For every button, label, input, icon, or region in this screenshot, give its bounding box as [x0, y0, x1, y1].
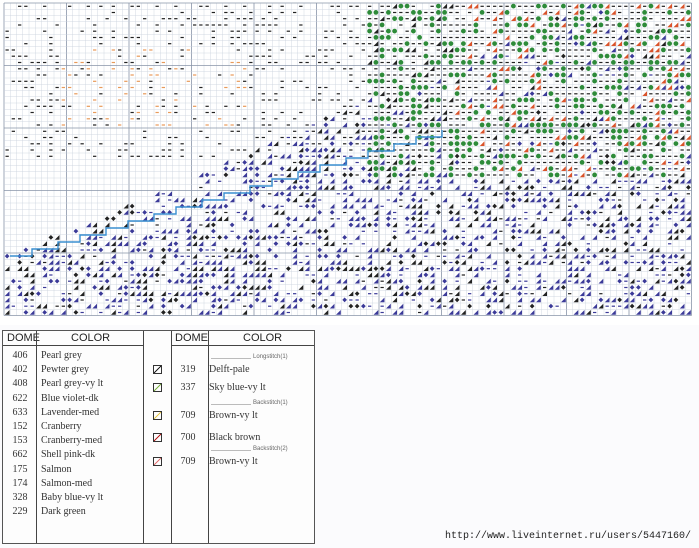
thread-color-name: Shell pink-dk [41, 449, 96, 461]
thread-code: 153 [12, 435, 28, 447]
key-row: 406 Pearl grey [5, 349, 141, 363]
thread-code: 700 [180, 432, 196, 443]
thread-color-name: Cranberry [41, 421, 82, 432]
stitch-swatch-icon [153, 365, 162, 374]
pattern-grid [3, 2, 692, 316]
thread-color-name: Salmon-med [41, 477, 93, 489]
thread-code: 622 [12, 392, 28, 404]
dome-header-right: DOME [175, 332, 208, 344]
key-row: 337 Sky blue-vy lt [173, 381, 313, 395]
section-rule [211, 404, 251, 405]
thread-color-name: Cranberry-med [41, 435, 103, 447]
key-row: 229 Dark green [5, 505, 141, 519]
thread-color-name: Pearl grey [41, 350, 82, 361]
divider-2 [143, 331, 144, 543]
section-backstitch-2: Backstitch(2) [253, 446, 288, 452]
thread-code: 174 [12, 477, 28, 489]
thread-color-name: Blue violet-dk [41, 392, 99, 404]
cross-stitch-pattern-chart [0, 0, 699, 325]
key-row: 328 Baby blue-vy lt [5, 491, 141, 505]
thread-code: 662 [12, 449, 28, 461]
thread-color-name: Brown-vy lt [209, 410, 258, 421]
thread-code: 402 [12, 364, 28, 376]
thread-color-name: Baby blue-vy lt [41, 492, 104, 503]
thread-code: 406 [12, 350, 28, 361]
color-key-table: DOME COLOR DOME COLOR 406 Pearl grey 402 Pe… [2, 330, 315, 544]
stitch-swatch-icon [153, 411, 162, 420]
thread-color-name: Salmon [41, 463, 72, 475]
header-rule-left [3, 345, 143, 346]
section-rule [211, 450, 251, 451]
key-row: 153 Cranberry-med [5, 434, 141, 448]
thread-code: 408 [12, 378, 28, 390]
thread-code: 337 [180, 382, 196, 393]
key-row: 700 Black brown [173, 431, 313, 445]
thread-color-name: Pearl grey-vy lt [41, 378, 104, 390]
thread-code: 175 [12, 463, 28, 475]
key-row: 152 Cranberry [5, 420, 141, 434]
thread-color-name: Pewter grey [41, 364, 90, 376]
key-row: 319 Delft-pale [173, 363, 313, 377]
key-row: 709 Brown-vy lt [173, 409, 313, 423]
thread-code: 633 [12, 406, 28, 418]
key-row: 633 Lavender-med [5, 406, 141, 420]
header-rule-right [171, 345, 314, 346]
thread-code: 229 [12, 506, 28, 518]
thread-color-name: Delft-pale [209, 364, 250, 375]
key-row: 662 Shell pink-dk [5, 448, 141, 462]
thread-code: 709 [180, 410, 196, 421]
thread-code: 709 [180, 456, 196, 467]
key-row: 175 Salmon [5, 463, 141, 477]
key-row: 622 Blue violet-dk [5, 392, 141, 406]
thread-color-name: Lavender-med [41, 406, 100, 418]
section-longstitch: Longstitch(1) [253, 354, 288, 360]
thread-color-name: Brown-vy lt [209, 456, 258, 467]
thread-color-name: Sky blue-vy lt [209, 382, 266, 393]
thread-color-name: Dark green [41, 506, 86, 518]
key-row: 402 Pewter grey [5, 363, 141, 377]
stitch-swatch-icon [153, 457, 162, 466]
stitch-swatch-icon [153, 433, 162, 442]
key-row: 174 Salmon-med [5, 477, 141, 491]
key-row: 408 Pearl grey-vy lt [5, 377, 141, 391]
section-backstitch-1: Backstitch(1) [253, 400, 288, 406]
stitch-swatch-icon [153, 383, 162, 392]
thread-code: 319 [180, 364, 196, 375]
section-rule [211, 358, 251, 359]
source-url: http://www.liveinternet.ru/users/5447160… [444, 531, 691, 542]
thread-color-name: Black brown [209, 432, 261, 443]
divider-3 [171, 331, 172, 543]
thread-code: 328 [12, 492, 28, 503]
key-row: 709 Brown-vy lt [173, 455, 313, 469]
color-header-right: COLOR [243, 332, 283, 344]
color-header-left: COLOR [71, 332, 111, 344]
thread-code: 152 [12, 421, 28, 432]
